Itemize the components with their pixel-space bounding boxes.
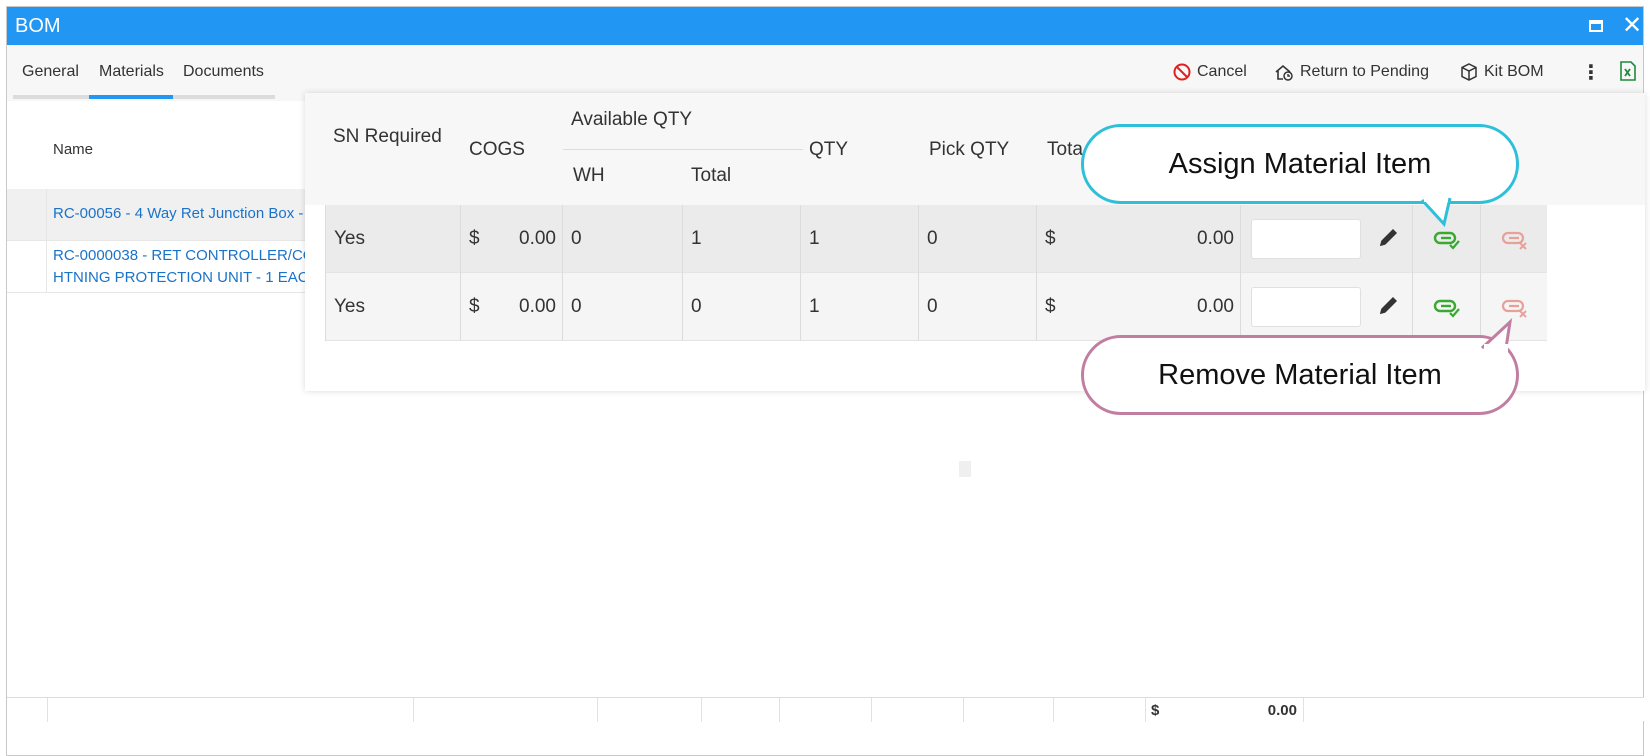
header-divider: [563, 149, 803, 150]
pencil-icon[interactable]: [1373, 223, 1403, 253]
table-row: Yes $0.00 0 0 1 0 $0.00: [325, 273, 1547, 341]
totals-footer: $ 0.00: [7, 697, 1644, 722]
more-menu-button[interactable]: ⋮: [1581, 60, 1601, 85]
currency-symbol: $: [1045, 296, 1056, 317]
excel-export-icon: [1620, 61, 1636, 81]
cancel-button[interactable]: Cancel: [1173, 63, 1247, 81]
tab-general[interactable]: General: [22, 63, 79, 81]
available-total-cell: 1: [683, 205, 801, 273]
total-cell: $0.00: [1037, 205, 1241, 273]
sn-required-cell: Yes: [325, 205, 461, 273]
maximize-button[interactable]: [1583, 13, 1609, 39]
close-button[interactable]: ✕: [1619, 13, 1645, 39]
link-remove-icon[interactable]: [1501, 225, 1529, 253]
cancel-label: Cancel: [1197, 63, 1247, 80]
table-row: Yes $0.00 0 1 1 0 $0.00: [325, 205, 1547, 273]
qty-cell: 1: [801, 205, 919, 273]
cogs-header: COGS: [469, 139, 525, 160]
active-tab-indicator: [89, 95, 173, 99]
excel-export-button[interactable]: [1619, 61, 1637, 81]
total-amount: 0.00: [1197, 296, 1234, 317]
link-check-icon[interactable]: [1433, 293, 1461, 321]
house-return-icon: [1275, 64, 1293, 81]
assign-callout-label: Assign Material Item: [1168, 148, 1432, 180]
currency-symbol: $: [1045, 228, 1056, 249]
qty-cell: 1: [801, 273, 919, 341]
material-link[interactable]: RC-0000038 - RET CONTROLLER/CO: [53, 245, 307, 267]
assign-callout-tail: [1420, 194, 1452, 228]
return-to-pending-button[interactable]: Return to Pending: [1274, 63, 1429, 81]
material-link[interactable]: RC-00056 - 4 Way Ret Junction Box -: [53, 203, 307, 225]
kit-bom-label: Kit BOM: [1484, 63, 1544, 80]
serial-input[interactable]: [1251, 219, 1361, 259]
cogs-cell: $0.00: [461, 273, 563, 341]
kit-bom-button[interactable]: Kit BOM: [1460, 63, 1544, 81]
footer-divider: [701, 698, 702, 722]
pencil-icon[interactable]: [1373, 291, 1403, 321]
list-item[interactable]: RC-0000038 - RET CONTROLLER/CO HTNING PR…: [7, 241, 307, 293]
footer-divider: [597, 698, 598, 722]
footer-divider: [871, 698, 872, 722]
title-bar: BOM ✕: [7, 7, 1643, 45]
total-header: Tota: [1047, 139, 1083, 160]
currency-symbol: $: [469, 228, 480, 249]
sn-required-cell: Yes: [325, 273, 461, 341]
list-item[interactable]: RC-00056 - 4 Way Ret Junction Box -: [7, 189, 307, 241]
available-total-cell: 0: [683, 273, 801, 341]
remove-callout: Remove Material Item: [1081, 335, 1519, 415]
wh-header: WH: [573, 165, 605, 186]
cogs-amount: 0.00: [519, 296, 556, 317]
tab-materials[interactable]: Materials: [99, 63, 164, 81]
wh-cell: 0: [563, 273, 683, 341]
footer-divider: [47, 698, 48, 722]
qty-header: QTY: [809, 139, 849, 160]
total-cell: $0.00: [1037, 273, 1241, 341]
serial-cell: [1241, 273, 1413, 341]
available-qty-header: Available QTY: [571, 109, 693, 130]
return-to-pending-label: Return to Pending: [1300, 63, 1429, 80]
row-gutter: [7, 189, 47, 240]
assign-cell: [1413, 273, 1481, 341]
footer-divider: [1053, 698, 1054, 722]
remove-cell: [1481, 205, 1547, 273]
pick-qty-cell: 0: [919, 205, 1037, 273]
maximize-icon: [1589, 20, 1603, 32]
footer-divider: [1303, 698, 1304, 722]
pick-qty-header: Pick QTY: [929, 139, 1010, 160]
sn-required-header: SN Required: [333, 126, 442, 147]
window-title: BOM: [15, 15, 61, 37]
remove-callout-tail: [1480, 318, 1513, 352]
tab-documents[interactable]: Documents: [183, 63, 264, 81]
remove-callout-label: Remove Material Item: [1158, 359, 1442, 391]
available-total-header: Total: [691, 165, 732, 186]
currency-symbol: $: [469, 296, 480, 317]
footer-total: 0.00: [1267, 702, 1297, 719]
prohibited-icon: [1173, 63, 1191, 81]
close-icon: ✕: [1621, 12, 1643, 39]
assign-callout: Assign Material Item: [1081, 124, 1519, 204]
kebab-menu-icon: ⋮: [1581, 62, 1601, 84]
footer-divider: [963, 698, 964, 722]
cogs-cell: $0.00: [461, 205, 563, 273]
box-icon: [1461, 63, 1477, 81]
name-column-header: Name: [53, 141, 94, 158]
material-link-continued[interactable]: HTNING PROTECTION UNIT - 1 EACH: [53, 267, 307, 289]
footer-divider: [1145, 698, 1146, 722]
wh-cell: 0: [563, 205, 683, 273]
placeholder-mark: [959, 461, 971, 477]
footer-currency: $: [1151, 702, 1160, 719]
serial-cell: [1241, 205, 1413, 273]
cogs-amount: 0.00: [519, 228, 556, 249]
footer-divider: [779, 698, 780, 722]
footer-divider: [413, 698, 414, 722]
serial-input[interactable]: [1251, 287, 1361, 327]
link-remove-icon[interactable]: [1501, 293, 1529, 321]
row-gutter: [7, 241, 47, 292]
pick-qty-cell: 0: [919, 273, 1037, 341]
total-amount: 0.00: [1197, 228, 1234, 249]
